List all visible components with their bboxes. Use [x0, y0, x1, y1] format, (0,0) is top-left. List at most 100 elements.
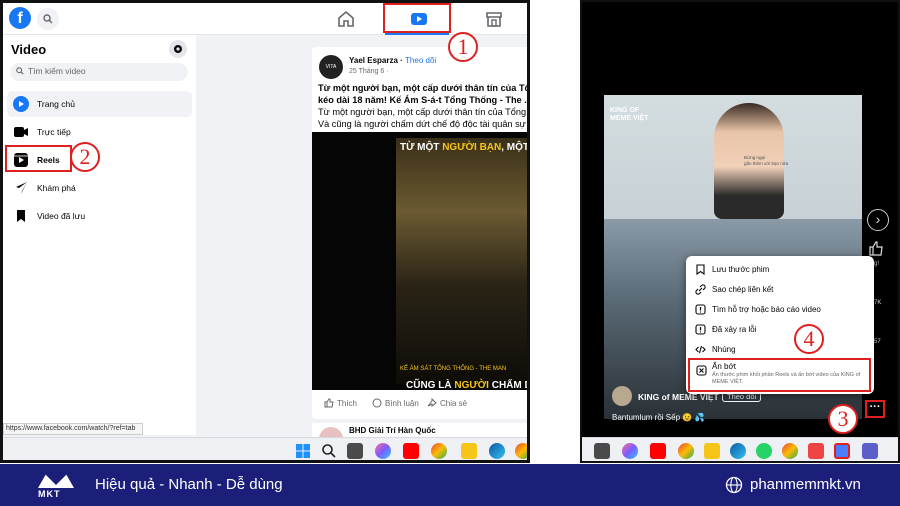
- thumbs-up-icon: [324, 398, 334, 408]
- post-actions: Thích Bình luận Chia sẻ: [312, 393, 527, 415]
- sidebar-item-live[interactable]: Trực tiếp: [7, 119, 192, 145]
- comment-icon: [372, 398, 382, 408]
- facebook-logo-icon[interactable]: f: [9, 7, 31, 29]
- mkt-logo-text: MKT: [38, 489, 61, 499]
- post-title-line: Từ một người bạn, một cấp dưới thân tín …: [318, 83, 530, 93]
- caption-text: , MỘT: [501, 142, 530, 153]
- video-caption-bottom: CŨNG LÀ NGƯỜI CHẤM DỨT C: [406, 380, 527, 390]
- reel-video-top[interactable]: KING OF MEME VIỆT Đừng ngại gần thêm với…: [604, 95, 862, 219]
- comment-button[interactable]: Bình luận: [372, 398, 419, 408]
- menu-item-label: Ẩn bớt: [712, 362, 736, 371]
- marketplace-icon[interactable]: [483, 9, 505, 29]
- app-icon[interactable]: [808, 443, 824, 459]
- menu-item-hide[interactable]: Ẩn bớt Ẩn thước phim khỏi phần Reels và …: [688, 358, 871, 392]
- step-4-badge: 4: [794, 324, 824, 354]
- menu-item-label: Đã xảy ra lỗi: [712, 325, 757, 334]
- menu-item-copy-link[interactable]: Sao chép liên kết: [686, 280, 874, 300]
- file-explorer-icon[interactable]: [704, 443, 720, 459]
- menu-item-label: Lưu thước phim: [712, 265, 770, 274]
- video-tab-highlight: [383, 3, 451, 33]
- menu-item-save-reel[interactable]: Lưu thước phim: [686, 260, 874, 280]
- sidebar-item-label: Trang chủ: [37, 99, 75, 109]
- gear-icon: [174, 45, 182, 53]
- chrome-icon[interactable]: [782, 443, 798, 459]
- caption-text: CHẤM DỨT C: [491, 380, 527, 390]
- sidebar-item-label: Khám phá: [37, 183, 76, 193]
- next-post-author[interactable]: BHD Giải Trí Hàn Quốc: [349, 426, 436, 435]
- reaction-count: g!: [874, 261, 880, 267]
- share-button[interactable]: Chia sẻ: [427, 397, 467, 408]
- reels-highlight: [5, 145, 72, 172]
- more-options-button[interactable]: ···: [865, 400, 885, 418]
- caption-highlight: NGƯỜI BẠN: [442, 142, 502, 153]
- copilot-icon[interactable]: [622, 443, 638, 459]
- video-subtitle: KẾ ÁM SÁT TỔNG THỐNG - THE MAN: [400, 366, 507, 372]
- menu-item-error[interactable]: Đã xảy ra lỗi: [686, 320, 874, 340]
- video-caption-top: TỪ MỘT NGƯỜI BẠN, MỘT: [400, 142, 530, 153]
- home-icon[interactable]: [335, 9, 357, 29]
- task-view-icon[interactable]: [594, 443, 610, 459]
- step-3-badge: 3: [828, 404, 858, 434]
- sidebar-item-label: Video đã lưu: [37, 211, 86, 221]
- video-frame: TỪ MỘT NGƯỜI BẠN, MỘT KẾ ÁM SÁT TỔNG THỐ…: [396, 138, 530, 390]
- brand-tagline: Hiệu quả - Nhanh - Dễ dùng: [95, 476, 283, 493]
- next-reel-button[interactable]: ›: [867, 209, 889, 231]
- menu-item-label: Sao chép liên kết: [712, 285, 774, 294]
- bookmark-icon: [17, 210, 25, 222]
- facebook-top-bar: f: [3, 3, 527, 35]
- post-author-name[interactable]: Yael Esparza: [349, 56, 398, 65]
- copilot-icon[interactable]: [375, 443, 391, 459]
- reel-brand-line: MEME VIỆT: [610, 115, 649, 122]
- step-1-badge: 1: [448, 32, 478, 62]
- edge-icon[interactable]: [730, 443, 746, 459]
- settings-button[interactable]: [169, 40, 187, 58]
- live-icon: [14, 127, 28, 137]
- taskbar-search-icon[interactable]: [321, 443, 337, 459]
- whatsapp-icon[interactable]: [756, 443, 772, 459]
- search-button[interactable]: [37, 8, 59, 30]
- brand-bar: MKT Hiệu quả - Nhanh - Dễ dùng phanmemmk…: [0, 464, 900, 506]
- youtube-icon[interactable]: [403, 443, 419, 459]
- chrome-icon[interactable]: [431, 443, 447, 459]
- video-search-input[interactable]: Tìm kiếm video: [10, 63, 188, 81]
- sidebar-item-home[interactable]: Trang chủ: [7, 91, 192, 117]
- sidebar-item-explore[interactable]: Khám phá: [7, 175, 192, 201]
- search-icon: [16, 67, 24, 75]
- link-icon: [695, 284, 706, 295]
- video-player[interactable]: TỪ MỘT NGƯỜI BẠN, MỘT KẾ ÁM SÁT TỔNG THỐ…: [312, 132, 530, 390]
- file-explorer-icon[interactable]: [461, 443, 477, 459]
- reel-small-text: Đừng ngại gần thêm với bạn nữa: [744, 155, 789, 166]
- warning-icon: [695, 324, 706, 335]
- menu-item-embed[interactable]: Nhúng: [686, 340, 874, 360]
- sidebar-item-saved-videos[interactable]: Video đã lưu: [7, 203, 192, 229]
- edge-icon[interactable]: [489, 443, 505, 459]
- brand-website[interactable]: phanmemmkt.vn: [750, 476, 861, 493]
- windows-start-icon[interactable]: [295, 443, 311, 459]
- youtube-icon[interactable]: [650, 443, 666, 459]
- like-button[interactable]: Thích: [324, 398, 357, 408]
- post-follow-link[interactable]: Theo dõi: [405, 56, 436, 65]
- reel-brand-text: KING OF MEME VIỆT: [610, 107, 649, 123]
- share-count: 57: [874, 339, 881, 345]
- reel-owner-avatar[interactable]: [612, 386, 632, 406]
- chrome-icon[interactable]: [515, 443, 527, 459]
- post-timestamp[interactable]: 25 Tháng 6 ·: [349, 68, 389, 75]
- comment-label: Bình luận: [385, 399, 419, 408]
- task-view-icon[interactable]: [347, 443, 363, 459]
- video-post: VITA Yael Esparza · Theo dõi 25 Tháng 6 …: [312, 47, 530, 419]
- share-icon: [427, 397, 437, 407]
- menu-item-label: Tìm hỗ trợ hoặc báo cáo video: [712, 305, 821, 314]
- app-icon[interactable]: [834, 443, 850, 459]
- comment-count: 7K: [874, 300, 882, 306]
- teams-icon[interactable]: [862, 443, 878, 459]
- sidebar-title: Video: [11, 42, 47, 57]
- post-author-avatar[interactable]: VITA: [319, 55, 343, 79]
- search-icon: [43, 14, 53, 24]
- reel-caption: Bantumlum rồi Sếp 😉 💦: [612, 413, 705, 422]
- menu-item-report[interactable]: Tìm hỗ trợ hoặc báo cáo video: [686, 300, 874, 320]
- video-sidebar: Video Tìm kiếm video Trang chủ Trực tiếp…: [3, 35, 196, 435]
- chrome-icon[interactable]: [678, 443, 694, 459]
- embed-icon: [695, 345, 706, 354]
- globe-icon: [725, 476, 743, 494]
- explore-icon: [16, 182, 27, 194]
